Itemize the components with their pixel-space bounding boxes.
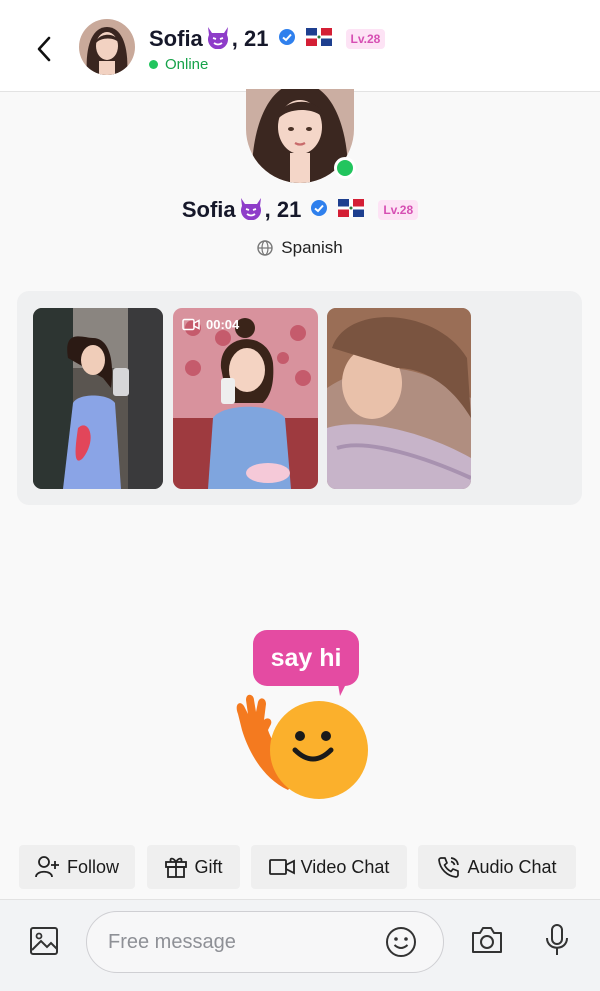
media-photo-3[interactable] [327, 308, 471, 489]
camera-button[interactable] [470, 924, 504, 956]
devil-emoji-icon [238, 196, 264, 225]
gift-label: Gift [194, 856, 223, 877]
level-badge: Lv.28 [378, 200, 419, 220]
video-chat-label: Video Chat [300, 856, 390, 877]
media-photo-1[interactable] [33, 308, 163, 489]
devil-emoji-icon [205, 25, 231, 54]
language-label: Spanish [281, 238, 343, 257]
gift-button[interactable]: Gift [147, 845, 240, 889]
video-camera-icon [268, 859, 295, 875]
audio-chat-button[interactable]: Audio Chat [418, 845, 576, 889]
video-duration: 00:04 [206, 317, 240, 332]
media-gallery: 00:04 [17, 291, 582, 505]
quick-actions: Follow Gift Video Chat Audio Chat [19, 845, 579, 889]
flag-icon [305, 27, 332, 51]
video-duration-badge: 00:04 [182, 317, 239, 332]
level-badge: Lv.28 [345, 29, 386, 49]
gallery-button[interactable] [28, 925, 60, 957]
waving-smiley-icon [236, 684, 368, 799]
follow-button[interactable]: Follow [19, 845, 135, 889]
image-icon [30, 927, 58, 955]
video-chat-button[interactable]: Video Chat [251, 845, 407, 889]
online-dot-icon [149, 60, 158, 69]
camera-icon [472, 927, 502, 953]
verified-icon [310, 199, 328, 222]
gift-icon [165, 857, 188, 878]
verified-icon [278, 28, 296, 51]
message-composer [0, 899, 600, 991]
phone-icon [438, 857, 460, 878]
header-avatar[interactable] [79, 19, 135, 75]
online-status: Online [149, 56, 208, 73]
media-video[interactable]: 00:04 [173, 308, 318, 489]
microphone-icon [546, 924, 568, 955]
emoji-button[interactable] [385, 926, 417, 958]
audio-chat-label: Audio Chat [467, 856, 557, 877]
message-input-container [86, 911, 444, 973]
online-status-label: Online [165, 56, 209, 73]
back-button[interactable] [30, 34, 58, 64]
header-name: Sofia [149, 26, 203, 51]
profile-name-row: Sofia , 21 Lv.28 [0, 195, 600, 225]
chat-header: Sofia , 21 Lv.28 Online [0, 0, 600, 92]
profile-online-indicator [334, 157, 356, 179]
globe-icon [257, 240, 273, 256]
profile-name: Sofia [181, 197, 236, 222]
header-name-row: Sofia , 21 Lv.28 [149, 24, 386, 54]
profile-avatar[interactable] [246, 89, 356, 183]
say-hi-button[interactable]: say hi [228, 630, 378, 805]
add-user-icon [35, 856, 59, 878]
voice-button[interactable] [545, 923, 569, 957]
language-row: Spanish [0, 238, 600, 258]
message-input[interactable] [108, 926, 378, 958]
header-age: , 21 [231, 26, 269, 51]
flag-icon [338, 198, 365, 222]
video-camera-icon [182, 318, 200, 331]
follow-label: Follow [66, 856, 119, 877]
chevron-left-icon [37, 36, 51, 62]
smiley-icon [386, 927, 416, 957]
profile-age: , 21 [264, 197, 302, 222]
